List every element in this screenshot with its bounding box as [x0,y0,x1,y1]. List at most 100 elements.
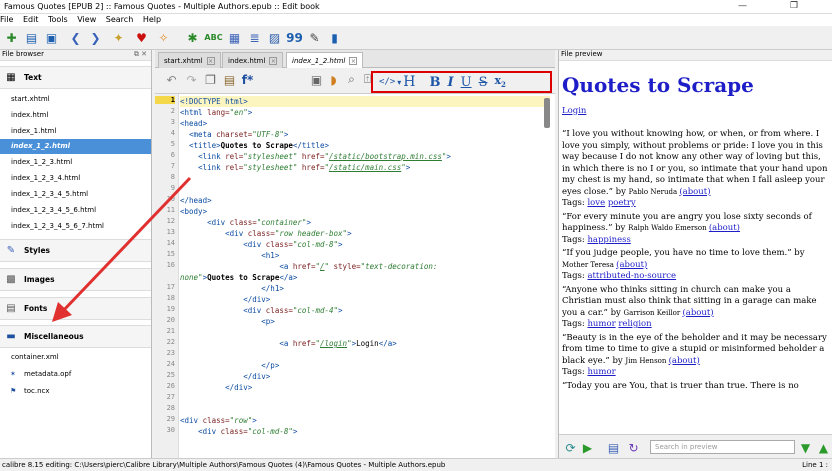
login-link[interactable]: Login [562,106,586,116]
quote-item: “If you judge people, you have no time t… [562,248,830,283]
magic-wand-icon[interactable]: ✦ [110,29,127,46]
file-item[interactable]: index.html [0,108,151,123]
bold-icon[interactable]: B [430,75,441,90]
file-item[interactable]: index_1_2_3_4_5.html [0,187,151,202]
file-item[interactable]: index_1_2_3_4.html [0,171,151,186]
close-icon[interactable]: × [349,56,358,65]
file-item[interactable]: index_1_2_3.html [0,155,151,170]
reports-icon[interactable]: ▦ [226,29,243,46]
line-number: 8 [170,173,175,181]
refresh-icon[interactable]: ⟳ [562,439,579,456]
tag-link[interactable]: love [587,198,605,208]
insert-image-icon[interactable]: ▨ [266,29,283,46]
section-fonts[interactable]: ▤ Fonts [0,297,151,320]
file-item[interactable]: index_1_2_3_4_5_6.html [0,203,151,218]
about-link[interactable]: (about) [679,187,710,197]
close-icon[interactable]: × [269,56,278,65]
file-item[interactable]: container.xml [0,350,151,365]
about-link[interactable]: (about) [682,308,713,318]
code-tag-icon[interactable]: </> [379,77,395,87]
code-line: <link rel="stylesheet" href="/static/mai… [198,163,411,172]
line-number: 27 [166,393,175,401]
file-item[interactable]: start.xhtml [0,92,151,107]
upload-icon[interactable]: ▮ [326,29,343,46]
about-link[interactable]: (about) [616,260,647,270]
section-styles[interactable]: ✎ Styles [0,239,151,262]
menu-file[interactable]: File [0,14,13,26]
save-icon[interactable]: ▣ [43,29,60,46]
new-book-icon[interactable]: ✚ [3,29,20,46]
editor-scrollbar[interactable] [544,98,550,128]
sync-icon[interactable]: ▤ [605,439,622,456]
menu-tools[interactable]: Tools [48,14,68,26]
italic-icon[interactable]: I [448,75,454,90]
line-number: 3 [170,118,175,126]
next-down-icon[interactable]: ▼ [797,439,814,456]
dropdown-icon[interactable]: ▾ [397,78,401,87]
file-item[interactable]: index_1_2_3_4_5_6_7.html [0,219,151,234]
copy-icon[interactable]: ❐ [202,71,219,88]
check-book-icon[interactable]: ✱ [184,29,201,46]
heart-icon[interactable]: ♥ [133,29,150,46]
code-line: <a href="/login">Login</a> [279,339,397,348]
tag-link[interactable]: happiness [587,235,630,245]
file-item[interactable]: index_1.html [0,124,151,139]
heading-icon[interactable]: H [403,74,415,90]
file-item[interactable]: ⚑ toc.ncx [0,384,151,399]
tab-index-1-2-html[interactable]: index_1_2.html × [286,52,364,68]
maximize-button[interactable]: ❐ [790,1,798,11]
tag-link[interactable]: attributed-no-source [587,271,676,281]
menu-help[interactable]: Help [143,14,161,26]
underline-icon[interactable]: U [461,75,472,90]
section-images[interactable]: ▩ Images [0,268,151,291]
strikethrough-icon[interactable]: S [479,75,488,90]
line-number: 9 [170,184,175,192]
menu-view[interactable]: View [77,14,96,26]
line-number: 15 [166,250,175,258]
tab-start-xhtml[interactable]: start.xhtml × [158,52,221,68]
cover-icon[interactable]: ✧ [155,29,172,46]
section-misc[interactable]: ▬ Miscellaneous [0,325,151,348]
tag-link[interactable]: religion [618,319,651,329]
quote-item: “Today you are You, that is truer than t… [562,381,830,393]
play-icon[interactable]: ▶ [579,439,596,456]
tag-link[interactable]: humor [587,319,615,329]
find-icon[interactable]: ⌕ [343,71,360,88]
minimize-button[interactable]: — [738,1,747,11]
menu-search[interactable]: Search [106,14,133,26]
close-icon[interactable]: × [206,56,215,65]
tag-link[interactable]: poetry [608,198,636,208]
tag-icon[interactable]: ✎ [306,29,323,46]
line-number: 11 [166,206,175,214]
file-item[interactable]: ✶ metadata.opf [0,367,151,382]
file-item-selected[interactable]: index_1_2.html [0,139,151,154]
link-icon[interactable]: f* [239,71,256,88]
back-arrow-icon[interactable]: ❮ [67,29,84,46]
preview-search-input[interactable]: Search in preview [650,440,795,454]
quote-icon[interactable]: 99 [286,29,303,46]
insert-tag-icon[interactable]: ◗ [325,71,342,88]
reload-icon[interactable]: ↻ [625,439,642,456]
subscript-icon[interactable]: x2 [494,74,505,89]
menu-edit[interactable]: Edit [23,14,39,26]
toc-icon[interactable]: ≣ [246,29,263,46]
editor-tabs: start.xhtml × index.html × index_1_2.html × [155,50,555,68]
about-link[interactable]: (about) [709,223,740,233]
spellcheck-icon[interactable]: ABC [204,29,222,46]
quote-author: Garrison Keillor [623,308,683,317]
beautify-icon[interactable]: ▣ [308,71,325,88]
redo-icon[interactable]: ↷ [183,71,200,88]
undo-icon[interactable]: ↶ [163,71,180,88]
panel-controls-icon[interactable]: ⧉ ✕ [134,50,147,59]
import-icon[interactable]: ▤ [23,29,40,46]
tag-link[interactable]: humor [587,367,615,377]
about-link[interactable]: (about) [669,356,700,366]
code-editor[interactable]: 1 2 3 4 5 6 7 8 9 10 11 12 13 14 15 16 17 18 19 20 21 22 23 24 2… [155,94,555,458]
forward-arrow-icon[interactable]: ❯ [87,29,104,46]
quote-item: “Beauty is in the eye of the beholder an… [562,333,830,379]
section-text[interactable]: ▦ Text [0,66,151,89]
paste-icon[interactable]: ▤ [221,71,238,88]
tab-index-html[interactable]: index.html × [222,52,284,68]
prev-up-icon[interactable]: ▲ [815,439,832,456]
quote-author: Mother Teresa [562,260,617,269]
